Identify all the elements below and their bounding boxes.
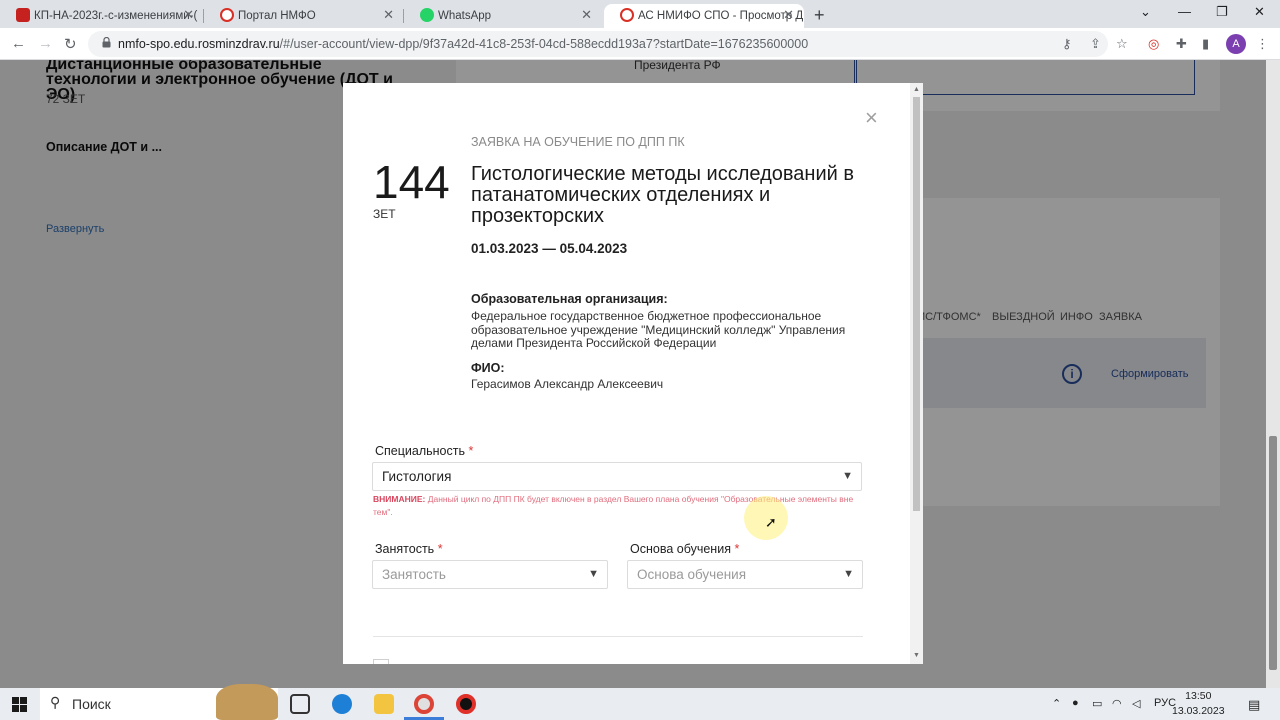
tab-title: Портал НМФО — [238, 10, 316, 22]
maximize-button[interactable]: ❐ — [1216, 4, 1228, 20]
tab-strip: КП-НА-2023г.-с-изменениями-( ✕ Портал НМ… — [0, 0, 1280, 28]
org-label: Образовательная организация: — [471, 292, 668, 306]
close-window-button[interactable]: ✕ — [1254, 4, 1265, 20]
nmfo-logo-icon — [220, 8, 234, 22]
chevron-down-icon: ▼ — [588, 568, 599, 580]
notification-icon[interactable]: ▤ — [1248, 697, 1260, 713]
tab-title: АС НМИФО СПО - Просмотр Д — [638, 10, 804, 22]
clock-date: 13.03.2023 — [1172, 705, 1225, 717]
application-modal: × ЗАЯВКА НА ОБУЧЕНИЕ ПО ДПП ПК 144 ЗЕТ Г… — [343, 83, 923, 664]
clock[interactable]: 13:50 13.03.2023 — [1172, 689, 1225, 719]
employment-placeholder: Занятость — [382, 567, 446, 582]
edge-icon[interactable] — [332, 694, 352, 714]
wifi-icon[interactable]: ◠ — [1112, 697, 1122, 710]
close-icon[interactable]: × — [865, 107, 878, 129]
modal-scrollbar-thumb[interactable] — [913, 97, 920, 511]
warning-message: ВНИМАНИЕ: Данный цикл по ДПП ПК будет вк… — [373, 493, 873, 519]
chrome-icon[interactable] — [414, 694, 434, 714]
chevron-down-icon: ▼ — [842, 470, 853, 482]
star-icon[interactable]: ☆ — [1116, 36, 1128, 52]
employment-label-text: Занятость — [375, 542, 435, 556]
close-icon[interactable]: ✕ — [383, 7, 394, 23]
tab-active-view-dpp[interactable]: АС НМИФО СПО - Просмотр Д ✕ — [604, 4, 804, 28]
clock-time: 13:50 — [1185, 690, 1212, 702]
tab-nmfo-portal[interactable]: Портал НМФО ✕ — [204, 4, 404, 28]
search-icon: ⚲ — [50, 694, 61, 710]
share-icon[interactable]: ⇪ — [1090, 36, 1101, 52]
pdf-icon — [16, 8, 30, 22]
basis-placeholder: Основа обучения — [637, 567, 747, 582]
extension-target-icon[interactable]: ◎ — [1148, 36, 1159, 52]
browser-toolbar: ← → ↻ nmfo-spo.edu.rosminzdrav.ru/#/user… — [0, 28, 1280, 60]
tab-title: КП-НА-2023г.-с-изменениями-( — [34, 10, 198, 22]
chevron-down-icon: ▼ — [843, 568, 854, 580]
reload-button[interactable]: ↻ — [64, 35, 77, 53]
fio-label: ФИО: — [471, 361, 505, 375]
modal-scrollbar[interactable]: ▲ ▼ — [910, 83, 923, 664]
employment-select[interactable]: Занятость ▼ — [372, 560, 608, 589]
search-placeholder: Поиск — [72, 696, 111, 712]
required-mark: * — [734, 542, 740, 556]
org-value: Федеральное государственное бюджетное пр… — [471, 309, 846, 350]
warning-head: ВНИМАНИЕ: — [373, 494, 426, 504]
divider — [373, 636, 863, 637]
windows-taskbar: ⚲ Поиск ⌃ ● ▭ ◠ ◁ РУС 13:50 13.03.2023 ▤ — [0, 684, 1280, 720]
whatsapp-icon — [420, 8, 434, 22]
specialty-select[interactable]: Гистология ▼ — [372, 462, 862, 491]
avatar[interactable]: A — [1226, 34, 1246, 54]
close-icon[interactable]: ✕ — [581, 7, 592, 23]
tab-whatsapp[interactable]: WhatsApp ✕ — [404, 4, 602, 28]
tab-pdf[interactable]: КП-НА-2023г.-с-изменениями-( ✕ — [0, 4, 204, 28]
windows-start-icon[interactable] — [12, 697, 27, 712]
page-scrollbar[interactable] — [1266, 60, 1280, 688]
search-highlight-image — [216, 684, 278, 720]
basis-label: Основа обучения * — [630, 542, 739, 556]
url-text: nmfo-spo.edu.rosminzdrav.ru/#/user-accou… — [118, 37, 808, 51]
consent-checkbox[interactable] — [373, 659, 389, 664]
program-dates: 01.03.2023 — 05.04.2023 — [471, 241, 628, 256]
minimize-button[interactable]: — — [1178, 4, 1191, 19]
specialty-label-text: Специальность — [375, 444, 465, 458]
basis-select[interactable]: Основа обучения ▼ — [627, 560, 863, 589]
chevron-up-icon[interactable]: ⌃ — [1052, 697, 1061, 710]
scrollbar-thumb[interactable] — [1269, 436, 1277, 670]
volume-icon[interactable]: ◁ — [1132, 697, 1140, 710]
hours-unit: ЗЕТ — [373, 207, 396, 221]
hours-value: 144 — [373, 156, 450, 208]
modal-kicker: ЗАЯВКА НА ОБУЧЕНИЕ ПО ДПП ПК — [471, 135, 685, 149]
specialty-value: Гистология — [382, 469, 452, 484]
required-mark: * — [437, 542, 443, 556]
required-mark: * — [468, 444, 474, 458]
sidepanel-icon[interactable]: ▮ — [1202, 36, 1209, 52]
microphone-icon[interactable]: ● — [1072, 697, 1079, 709]
url-path: /#/user-account/view-dpp/9f37a42d-41c8-2… — [279, 37, 809, 51]
program-title: Гистологические методы исследований в па… — [471, 163, 854, 227]
back-button[interactable]: ← — [11, 35, 26, 52]
specialty-label: Специальность * — [375, 444, 473, 458]
file-explorer-icon[interactable] — [374, 694, 394, 714]
task-view-icon[interactable] — [290, 694, 310, 714]
new-tab-button[interactable]: + — [814, 5, 825, 26]
url-host: nmfo-spo.edu.rosminzdrav.ru — [118, 37, 280, 51]
scroll-down-icon[interactable]: ▼ — [913, 652, 920, 659]
tab-title: WhatsApp — [438, 10, 492, 22]
close-icon[interactable]: ✕ — [183, 7, 194, 23]
menu-icon[interactable]: ⋮ — [1256, 36, 1269, 52]
lock-icon — [102, 37, 111, 48]
chevron-down-icon[interactable]: ⌄ — [1140, 4, 1151, 20]
employment-label: Занятость * — [375, 542, 443, 556]
taskbar-search[interactable]: ⚲ Поиск — [40, 684, 278, 720]
address-bar[interactable]: nmfo-spo.edu.rosminzdrav.ru/#/user-accou… — [88, 31, 1108, 57]
forward-button[interactable]: → — [38, 35, 53, 52]
fio-value: Герасимов Александр Алексеевич — [471, 377, 664, 391]
puzzle-icon[interactable]: ✚ — [1176, 36, 1187, 52]
nmfo-logo-icon — [620, 8, 634, 22]
battery-icon[interactable]: ▭ — [1092, 697, 1102, 710]
scroll-up-icon[interactable]: ▲ — [913, 86, 920, 93]
basis-label-text: Основа обучения — [630, 542, 731, 556]
mouse-cursor-icon: ➚ — [765, 514, 777, 530]
key-icon[interactable]: ⚷ — [1062, 36, 1072, 52]
close-icon[interactable]: ✕ — [783, 7, 794, 23]
recorder-icon[interactable] — [456, 694, 476, 714]
